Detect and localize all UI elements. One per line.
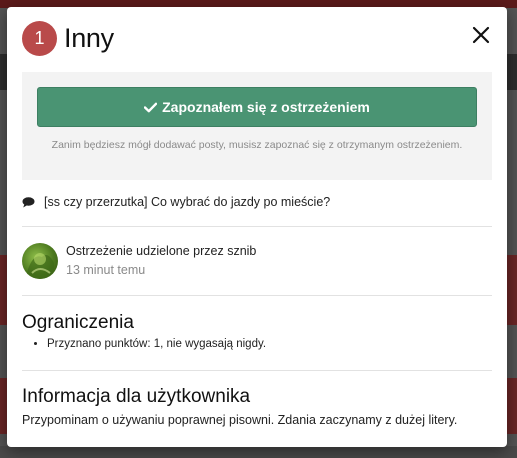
- warning-count-badge: 1: [22, 20, 57, 56]
- restrictions-title: Ograniczenia: [22, 312, 134, 333]
- restrictions-list: Przyznano punktów: 1, nie wygasają nigdy…: [47, 338, 266, 350]
- divider: [22, 226, 492, 227]
- modal-title: Inny: [64, 22, 114, 53]
- backdrop-bottombar: [0, 446, 517, 458]
- acknowledge-button[interactable]: Zapoznałem się z ostrzeżeniem: [37, 87, 477, 127]
- divider: [22, 370, 492, 371]
- user-info-title: Informacja dla użytkownika: [22, 386, 251, 407]
- warning-giver-line: Ostrzeżenie udzielone przez sznib: [66, 244, 257, 258]
- acknowledge-panel: Zapoznałem się z ostrzeżeniem Zanim będz…: [22, 72, 492, 180]
- acknowledge-button-label: Zapoznałem się z ostrzeżeniem: [162, 99, 370, 115]
- checkmark-icon: [144, 102, 158, 112]
- warning-giver-text: Ostrzeżenie udzielone przez sznib 13 min…: [66, 244, 256, 277]
- list-item: Przyznano punktów: 1, nie wygasają nigdy…: [47, 338, 266, 350]
- warning-modal: 1 Inny Zapoznałem się z ostrzeżeniem Zan…: [7, 7, 507, 447]
- warning-giver: Ostrzeżenie udzielone przez sznib 13 min…: [22, 243, 256, 279]
- warned-thread-link[interactable]: [ss czy przerzutka] Co wybrać do jazdy p…: [22, 195, 330, 209]
- divider: [22, 295, 492, 296]
- warning-time: 13 minut temu: [66, 263, 146, 277]
- avatar[interactable]: [22, 243, 58, 279]
- close-icon[interactable]: [471, 25, 491, 45]
- warned-thread-title: [ss czy przerzutka] Co wybrać do jazdy p…: [44, 195, 331, 209]
- comment-icon: [22, 196, 35, 207]
- user-info-message: Przypominam o używaniu poprawnej pisowni…: [22, 413, 458, 427]
- modal-header: 1 Inny: [7, 7, 507, 69]
- acknowledge-note: Zanim będziesz mógł dodawać posty, musis…: [51, 139, 463, 151]
